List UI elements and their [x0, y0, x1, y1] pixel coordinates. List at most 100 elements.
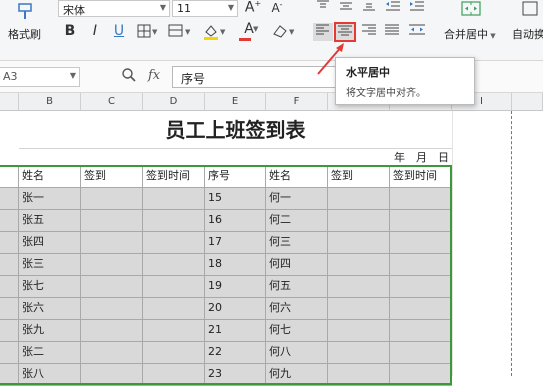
align-top-icon[interactable] — [315, 0, 331, 16]
indent-increase-icon[interactable] — [408, 0, 426, 16]
distributed-align-icon[interactable] — [407, 23, 427, 41]
table-cell[interactable] — [81, 232, 143, 254]
bold-button[interactable]: B — [62, 23, 78, 39]
indent-decrease-icon[interactable] — [384, 0, 402, 16]
table-cell[interactable]: 何一 — [266, 188, 328, 210]
table-cell[interactable]: 何五 — [266, 276, 328, 298]
table-cell[interactable] — [81, 210, 143, 232]
table-cell[interactable] — [143, 320, 205, 342]
table-cell[interactable]: 17 — [205, 232, 266, 254]
table-cell[interactable]: 何六 — [266, 298, 328, 320]
table-cell[interactable]: 张六 — [19, 298, 81, 320]
align-middle-icon[interactable] — [338, 0, 354, 16]
column-header-d[interactable]: D — [143, 93, 205, 111]
table-cell[interactable] — [81, 188, 143, 210]
column-header-next[interactable] — [512, 93, 543, 111]
table-cell[interactable] — [0, 320, 19, 342]
table-cell[interactable] — [328, 232, 390, 254]
table-cell[interactable] — [0, 188, 19, 210]
fx-icon[interactable]: fx — [148, 68, 160, 83]
table-cell[interactable] — [328, 364, 390, 386]
table-cell[interactable] — [0, 232, 19, 254]
table-cell[interactable]: 张二 — [19, 342, 81, 364]
table-cell[interactable] — [328, 276, 390, 298]
table-cell[interactable]: 20 — [205, 298, 266, 320]
table-cell[interactable] — [81, 298, 143, 320]
table-cell[interactable] — [143, 298, 205, 320]
table-cell[interactable] — [0, 210, 19, 232]
shrink-font-button[interactable]: A- — [268, 0, 286, 15]
clear-format-icon[interactable]: ▼ — [270, 22, 298, 44]
table-header-cell[interactable]: 签到时间 — [143, 166, 205, 188]
table-cell[interactable]: 19 — [205, 276, 266, 298]
merge-center-icon[interactable] — [459, 0, 483, 22]
table-cell[interactable] — [143, 364, 205, 386]
table-header-cell[interactable]: 签到 — [81, 166, 143, 188]
table-cell[interactable] — [390, 276, 452, 298]
table-cell[interactable]: 张三 — [19, 254, 81, 276]
table-cell[interactable] — [0, 364, 19, 386]
font-name-combo[interactable]: 宋体 ▼ — [58, 0, 170, 17]
table-cell[interactable]: 22 — [205, 342, 266, 364]
table-cell[interactable] — [81, 364, 143, 386]
table-cell[interactable]: 16 — [205, 210, 266, 232]
font-color-button[interactable]: A ▼ — [236, 21, 262, 41]
merge-center-label[interactable]: 合并居中 ▼ — [444, 26, 496, 42]
table-cell[interactable]: 何九 — [266, 364, 328, 386]
column-header-e[interactable]: E — [205, 93, 266, 111]
grow-font-button[interactable]: A+ — [244, 0, 262, 16]
table-cell[interactable] — [81, 254, 143, 276]
table-cell[interactable] — [390, 232, 452, 254]
name-box[interactable]: A3 ▼ — [0, 67, 80, 87]
table-cell[interactable]: 张九 — [19, 320, 81, 342]
table-cell[interactable] — [143, 276, 205, 298]
table-cell[interactable] — [0, 276, 19, 298]
table-cell[interactable] — [390, 210, 452, 232]
table-cell[interactable] — [0, 342, 19, 364]
table-cell[interactable]: 15 — [205, 188, 266, 210]
column-header-a[interactable] — [0, 93, 19, 111]
table-cell[interactable] — [81, 342, 143, 364]
table-cell[interactable] — [390, 320, 452, 342]
table-cell[interactable]: 何七 — [266, 320, 328, 342]
table-cell[interactable]: 何二 — [266, 210, 328, 232]
format-painter-icon[interactable] — [14, 2, 38, 22]
align-right-icon[interactable] — [360, 23, 378, 41]
cell-fill-icon[interactable]: ▼ — [167, 22, 193, 44]
column-header-b[interactable]: B — [19, 93, 81, 111]
table-cell[interactable]: 张一 — [19, 188, 81, 210]
align-bottom-icon[interactable] — [361, 0, 377, 16]
font-size-combo[interactable]: 11 ▼ — [172, 0, 238, 17]
date-line[interactable]: 年 月 日 — [390, 149, 452, 166]
table-cell[interactable]: 张七 — [19, 276, 81, 298]
table-cell[interactable] — [143, 188, 205, 210]
table-cell[interactable] — [390, 364, 452, 386]
table-cell[interactable] — [328, 342, 390, 364]
table-cell[interactable] — [143, 342, 205, 364]
table-cell[interactable] — [143, 232, 205, 254]
table-header-cell[interactable]: 序号 — [205, 166, 266, 188]
table-cell[interactable]: 何八 — [266, 342, 328, 364]
align-center-button[interactable] — [334, 22, 356, 42]
table-cell[interactable] — [328, 210, 390, 232]
table-cell[interactable] — [390, 298, 452, 320]
table-cell[interactable] — [328, 320, 390, 342]
italic-button[interactable]: I — [87, 23, 103, 39]
table-cell[interactable] — [390, 188, 452, 210]
table-cell[interactable]: 张八 — [19, 364, 81, 386]
justify-icon[interactable] — [383, 23, 401, 41]
table-cell[interactable]: 何四 — [266, 254, 328, 276]
table-cell[interactable]: 21 — [205, 320, 266, 342]
border-icon[interactable]: ▼ — [136, 22, 160, 44]
table-cell[interactable]: 何三 — [266, 232, 328, 254]
table-cell[interactable] — [0, 254, 19, 276]
align-left-icon[interactable] — [313, 23, 333, 41]
table-header-cell[interactable]: 姓名 — [19, 166, 81, 188]
table-header-cell[interactable]: 签到 — [328, 166, 390, 188]
column-header-f[interactable]: F — [266, 93, 328, 111]
table-cell[interactable] — [143, 254, 205, 276]
table-cell[interactable] — [81, 320, 143, 342]
table-cell[interactable]: 张四 — [19, 232, 81, 254]
table-cell[interactable]: 张五 — [19, 210, 81, 232]
table-cell[interactable] — [390, 254, 452, 276]
